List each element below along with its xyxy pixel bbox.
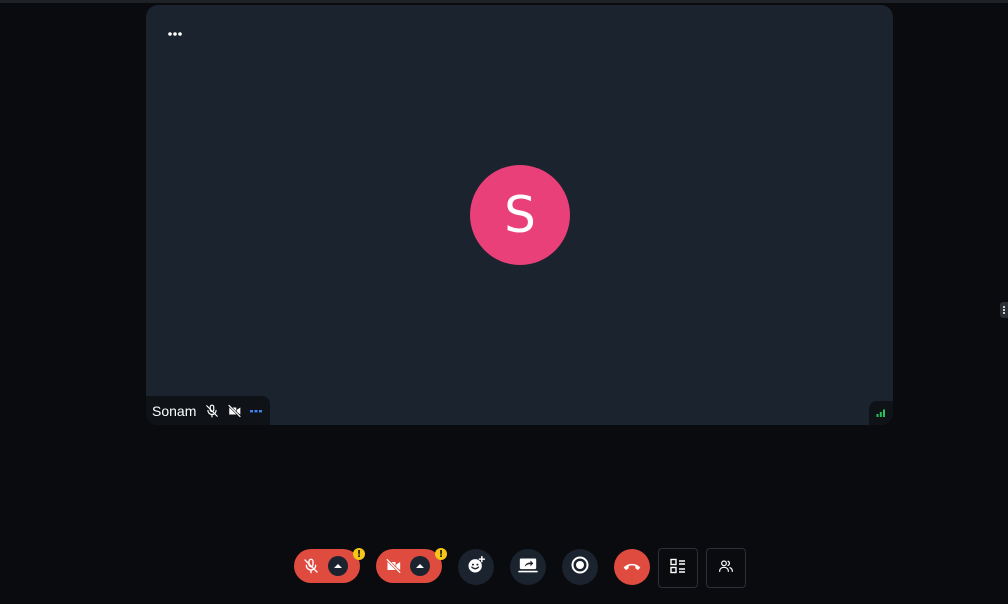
chevron-up-icon[interactable] — [410, 556, 430, 576]
participant-name-bar: Sonam — [146, 396, 270, 425]
layout-button[interactable] — [658, 548, 698, 588]
reactions-button[interactable] — [458, 549, 494, 585]
phone-hangup-icon — [622, 558, 642, 576]
participant-options-icon[interactable] — [248, 402, 264, 420]
screen-share-button[interactable] — [510, 549, 546, 585]
camera-warning-badge: ! — [435, 548, 447, 560]
meeting-controls-toolbar: ! ! — [0, 548, 1008, 588]
camera-off-icon — [376, 549, 410, 583]
record-icon — [571, 556, 589, 579]
camera-off-icon — [226, 402, 242, 420]
mic-toggle-button[interactable]: ! — [294, 548, 365, 583]
participants-button[interactable] — [706, 548, 746, 588]
participant-name: Sonam — [152, 402, 197, 419]
more-horizontal-icon[interactable] — [166, 27, 184, 41]
screen-share-icon — [518, 556, 538, 579]
participant-avatar: S — [470, 165, 570, 265]
participant-tile[interactable]: S Sonam — [146, 5, 893, 425]
mic-warning-badge: ! — [353, 548, 365, 560]
more-vertical-icon[interactable] — [1000, 302, 1008, 318]
emoji-add-icon — [466, 555, 486, 580]
mic-off-icon — [204, 402, 220, 420]
top-divider — [0, 0, 1008, 3]
camera-toggle-button[interactable]: ! — [376, 548, 447, 583]
chevron-up-icon[interactable] — [328, 556, 348, 576]
record-button[interactable] — [562, 549, 598, 585]
mic-off-icon — [294, 549, 328, 583]
layout-list-icon — [670, 558, 686, 579]
signal-bars-icon — [869, 401, 893, 425]
leave-call-button[interactable] — [614, 549, 650, 585]
people-icon — [718, 558, 734, 579]
